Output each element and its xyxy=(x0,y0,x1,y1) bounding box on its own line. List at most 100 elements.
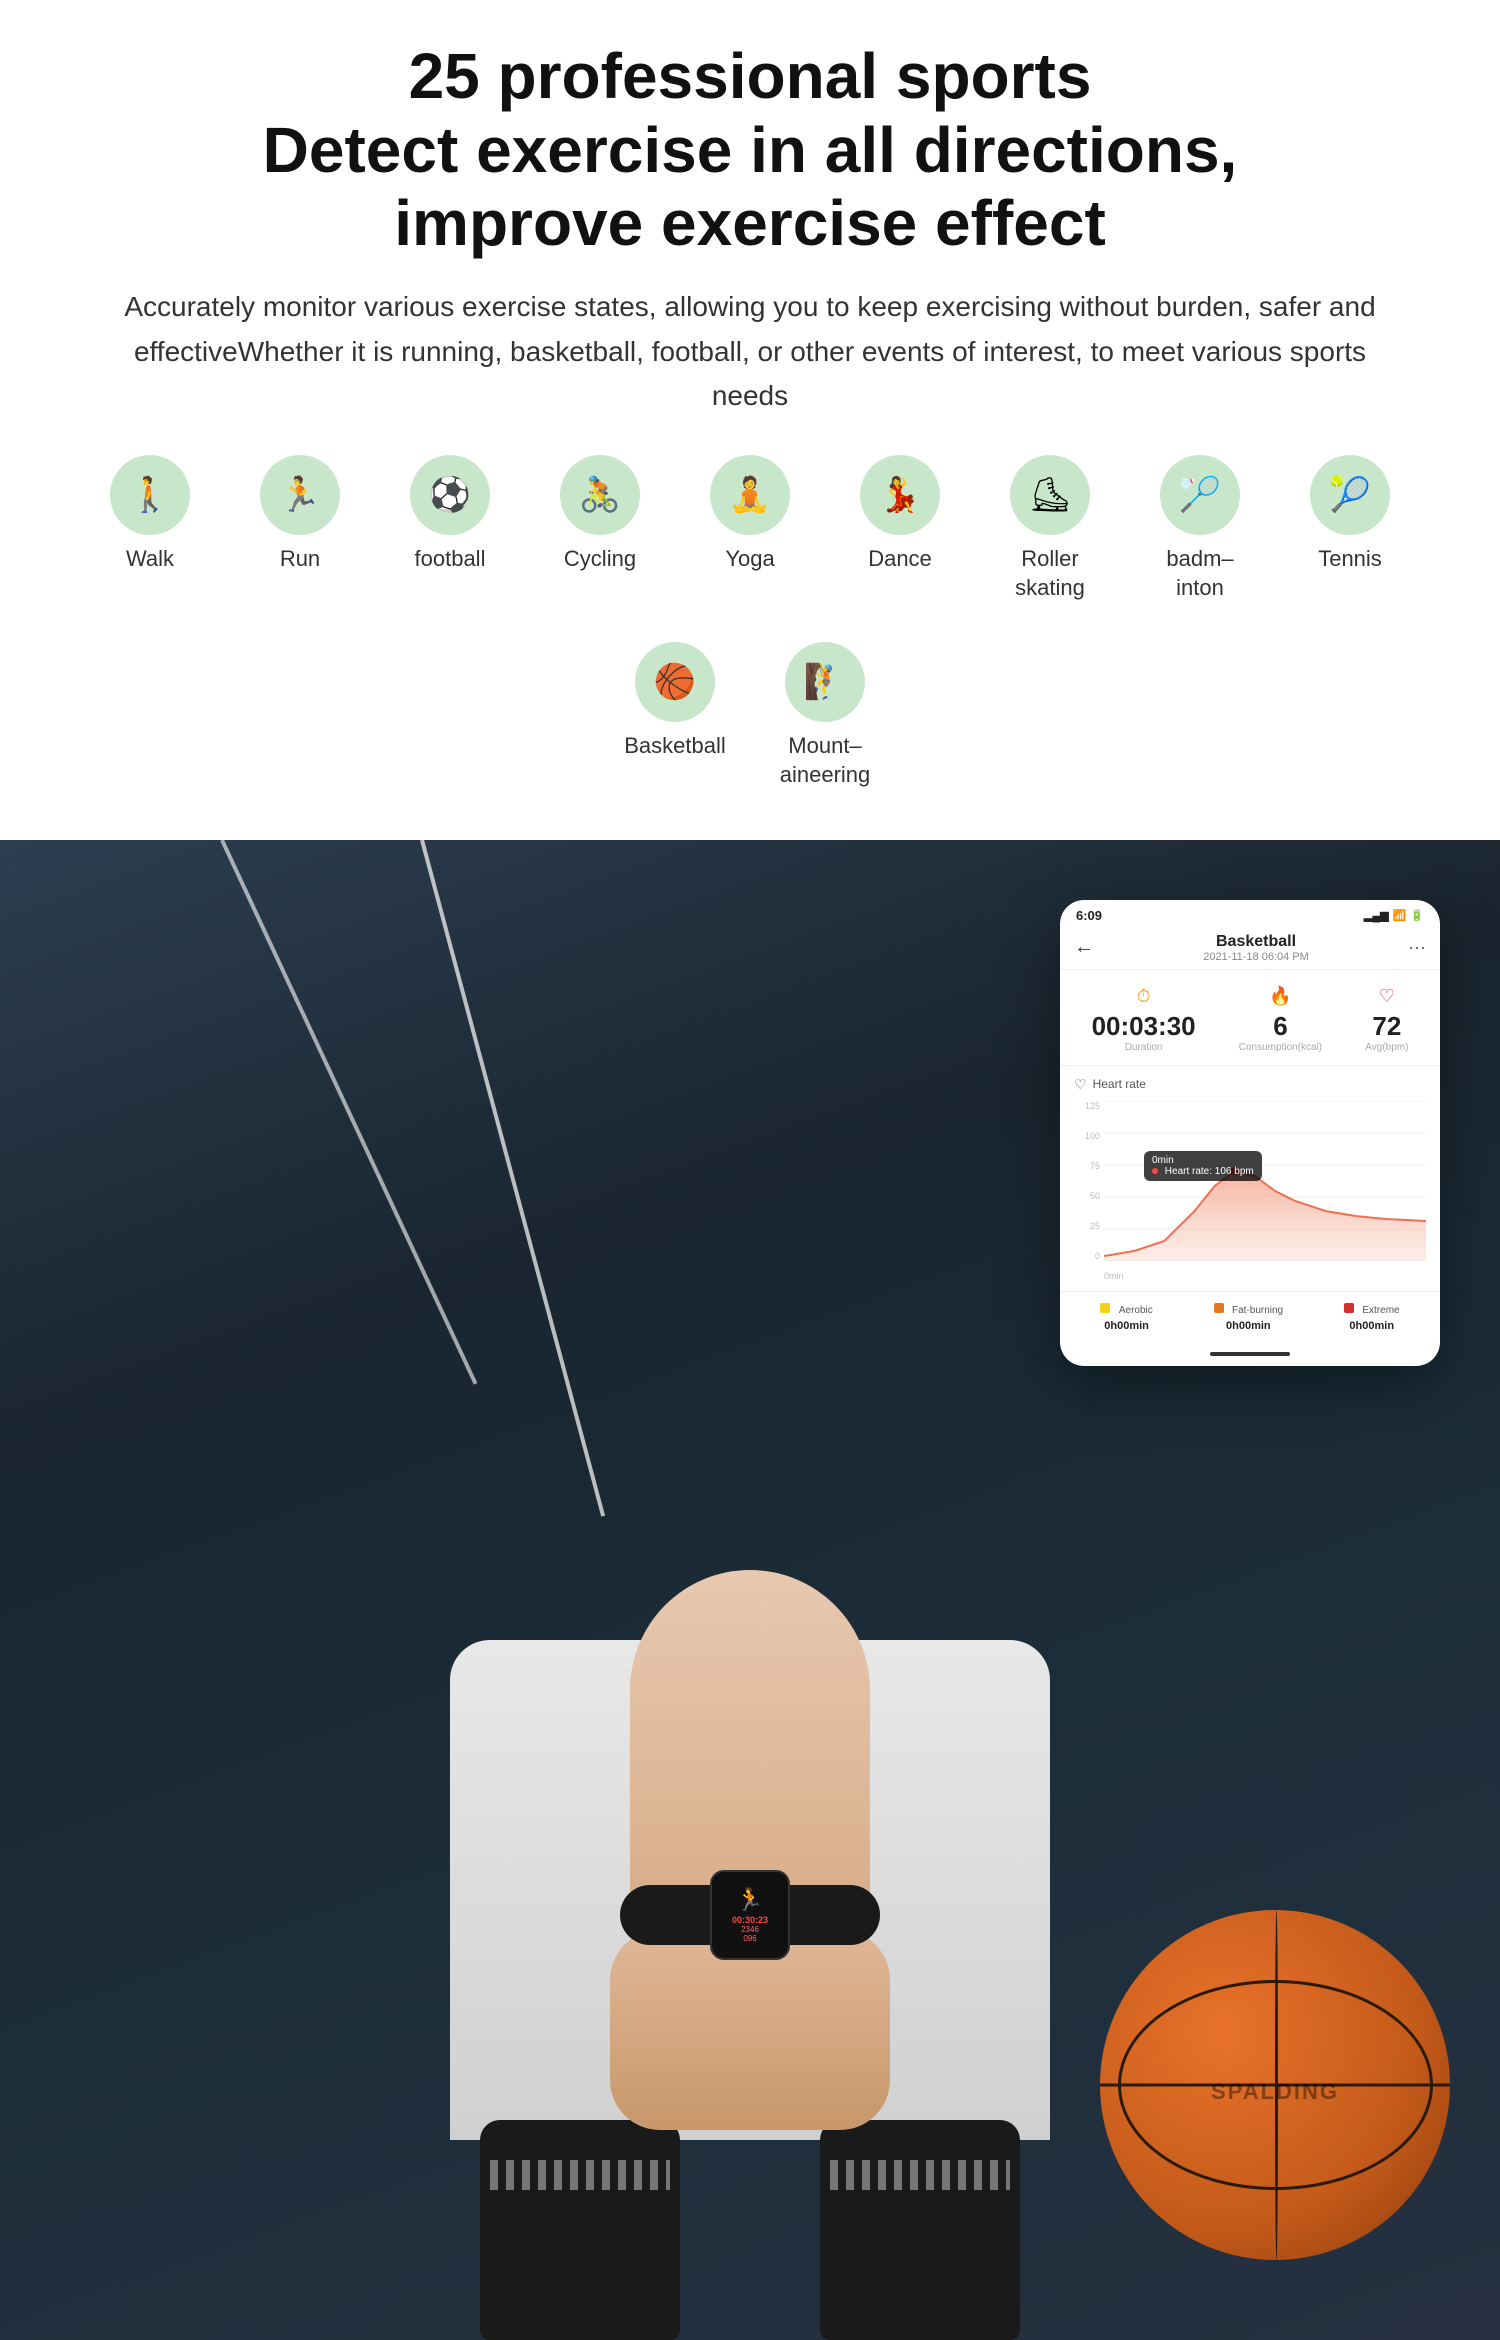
sport-label-badminton: badm–inton xyxy=(1145,545,1255,602)
tooltip-dot xyxy=(1152,1168,1158,1174)
fat-burning-value: 0h00min xyxy=(1214,1320,1284,1332)
aerobic-value: 0h00min xyxy=(1100,1320,1152,1332)
main-title-line2: Detect exercise in all directions, xyxy=(263,114,1238,186)
sport-label-tennis: Tennis xyxy=(1318,545,1382,574)
y-label-100: 100 xyxy=(1074,1131,1104,1141)
chart-y-labels: 125 100 75 50 25 0 xyxy=(1074,1101,1104,1261)
band-heart-rate: 096 xyxy=(716,1934,784,1943)
phone-zone-fat-burning: Fat-burning 0h00min xyxy=(1214,1300,1284,1332)
phone-status-bar: 6:09 ▂▄▆ 📶 🔋 xyxy=(1060,900,1440,927)
phone-back-button[interactable]: ← xyxy=(1074,936,1094,959)
top-section: 25 professional sports Detect exercise i… xyxy=(0,0,1500,840)
sport-label-yoga: Yoga xyxy=(725,545,774,574)
sneaker-right xyxy=(820,2120,1020,2340)
main-title: 25 professional sports Detect exercise i… xyxy=(60,40,1440,261)
person-body: 🏃 00:30:23 2346 096 xyxy=(400,1440,1100,2340)
band-screen: 🏃 00:30:23 2346 096 xyxy=(710,1870,790,1960)
wifi-icon: 📶 xyxy=(1393,909,1407,922)
fat-burning-dot xyxy=(1214,1303,1224,1313)
sport-item-basketball: 🏀 Basketball xyxy=(620,642,730,761)
sport-item-roller: ⛸ Roller skating xyxy=(995,455,1105,602)
tooltip-value: Heart rate: 106 bpm xyxy=(1165,1166,1254,1177)
sport-label-basketball: Basketball xyxy=(624,732,726,761)
phone-stat-duration: ⏱ 00:03:30 Duration xyxy=(1092,986,1196,1053)
photo-section: 🏃 00:30:23 2346 096 6:09 ▂▄▆ 📶 🔋 xyxy=(0,840,1500,2340)
aerobic-label: Aerobic xyxy=(1119,1305,1153,1316)
chart-svg-area: 0min Heart rate: 106 bpm xyxy=(1104,1101,1426,1261)
mountaineering-icon: 🧗 xyxy=(785,642,865,722)
band-time-display: 00:30:23 xyxy=(716,1915,784,1925)
badminton-icon: 🏸 xyxy=(1160,455,1240,535)
sport-label-cycling: Cycling xyxy=(564,545,636,574)
y-label-125: 125 xyxy=(1074,1101,1104,1111)
sport-item-football: ⚽ football xyxy=(395,455,505,574)
phone-stats-row: ⏱ 00:03:30 Duration 🔥 6 Consumption(kcal… xyxy=(1060,970,1440,1066)
signal-bars-icon: ▂▄▆ xyxy=(1364,909,1389,922)
phone-stat-consumption: 🔥 6 Consumption(kcal) xyxy=(1239,986,1322,1053)
extreme-dot xyxy=(1344,1303,1354,1313)
basketball-prop xyxy=(1100,1910,1450,2260)
sport-label-roller: Roller skating xyxy=(995,545,1105,602)
sport-label-football: football xyxy=(415,545,486,574)
duration-label: Duration xyxy=(1092,1042,1196,1053)
y-label-50: 50 xyxy=(1074,1191,1104,1201)
run-icon: 🏃 xyxy=(260,455,340,535)
sport-label-run: Run xyxy=(280,545,320,574)
sneaker-left xyxy=(480,2120,680,2340)
sport-item-cycling: 🚴 Cycling xyxy=(545,455,655,574)
battery-icon: 🔋 xyxy=(1410,909,1424,922)
sport-item-run: 🏃 Run xyxy=(245,455,355,574)
smart-band: 🏃 00:30:23 2346 096 xyxy=(620,1870,880,1960)
roller-icon: ⛸ xyxy=(1010,455,1090,535)
basketball-line1 xyxy=(1275,1910,1278,2260)
extreme-value: 0h00min xyxy=(1344,1320,1400,1332)
subtitle-text: Accurately monitor various exercise stat… xyxy=(100,285,1400,419)
phone-zone-aerobic: Aerobic 0h00min xyxy=(1100,1300,1152,1332)
phone-signal-icons: ▂▄▆ 📶 🔋 xyxy=(1364,909,1424,922)
phone-header: ← Basketball 2021-11-18 06:04 PM ··· xyxy=(1060,927,1440,970)
sport-item-tennis: 🎾 Tennis xyxy=(1295,455,1405,574)
phone-zones-row: Aerobic 0h00min Fat-burning 0h00min Extr… xyxy=(1060,1291,1440,1344)
phone-time: 6:09 xyxy=(1076,908,1102,923)
y-label-25: 25 xyxy=(1074,1221,1104,1231)
consumption-label: Consumption(kcal) xyxy=(1239,1042,1322,1053)
football-icon: ⚽ xyxy=(410,455,490,535)
phone-chart-title: Heart rate xyxy=(1074,1076,1426,1093)
phone-stat-bpm: ♡ 72 Avg(bpm) xyxy=(1365,986,1408,1053)
heart-rate-chart-svg xyxy=(1104,1101,1426,1261)
phone-chart-section: Heart rate 125 100 75 50 25 0 xyxy=(1060,1066,1440,1291)
main-title-line3: improve exercise effect xyxy=(394,187,1106,259)
band-steps: 2346 xyxy=(716,1925,784,1934)
dance-icon: 💃 xyxy=(860,455,940,535)
walk-icon: 🚶 xyxy=(110,455,190,535)
sport-label-dance: Dance xyxy=(868,545,932,574)
phone-title-block: Basketball 2021-11-18 06:04 PM xyxy=(1104,933,1408,963)
sport-item-mountaineering: 🧗 Mount–aineering xyxy=(770,642,880,789)
aerobic-dot xyxy=(1100,1303,1110,1313)
chart-x-label: 0min xyxy=(1104,1271,1124,1281)
phone-chart-area: 125 100 75 50 25 0 xyxy=(1074,1101,1426,1281)
tennis-icon: 🎾 xyxy=(1310,455,1390,535)
arm-wrist: 🏃 00:30:23 2346 096 xyxy=(560,1570,940,2090)
phone-activity-date: 2021-11-18 06:04 PM xyxy=(1104,951,1408,963)
extreme-label: Extreme xyxy=(1362,1305,1399,1316)
chart-tooltip: 0min Heart rate: 106 bpm xyxy=(1144,1151,1262,1181)
phone-more-button[interactable]: ··· xyxy=(1408,937,1426,958)
phone-ui: 6:09 ▂▄▆ 📶 🔋 ← Basketball 2021-11-18 06:… xyxy=(1060,900,1440,1366)
duration-icon: ⏱ xyxy=(1092,986,1196,1007)
sport-item-badminton: 🏸 badm–inton xyxy=(1145,455,1255,602)
main-title-line1: 25 professional sports xyxy=(409,40,1092,112)
phone-home-indicator xyxy=(1210,1352,1290,1356)
basketball-icon: 🏀 xyxy=(635,642,715,722)
phone-activity-title: Basketball xyxy=(1104,933,1408,951)
yoga-icon: 🧘 xyxy=(710,455,790,535)
bpm-label: Avg(bpm) xyxy=(1365,1042,1408,1053)
sport-label-walk: Walk xyxy=(126,545,174,574)
consumption-icon: 🔥 xyxy=(1239,986,1322,1007)
duration-value: 00:03:30 xyxy=(1092,1011,1196,1042)
basketball-line2 xyxy=(1118,1980,1433,2190)
band-runner-icon: 🏃 xyxy=(716,1887,784,1913)
sports-icons-row: 🚶 Walk 🏃 Run ⚽ football 🚴 Cycling 🧘 Yoga… xyxy=(60,455,1440,789)
cycling-icon: 🚴 xyxy=(560,455,640,535)
y-label-0: 0 xyxy=(1074,1251,1104,1261)
